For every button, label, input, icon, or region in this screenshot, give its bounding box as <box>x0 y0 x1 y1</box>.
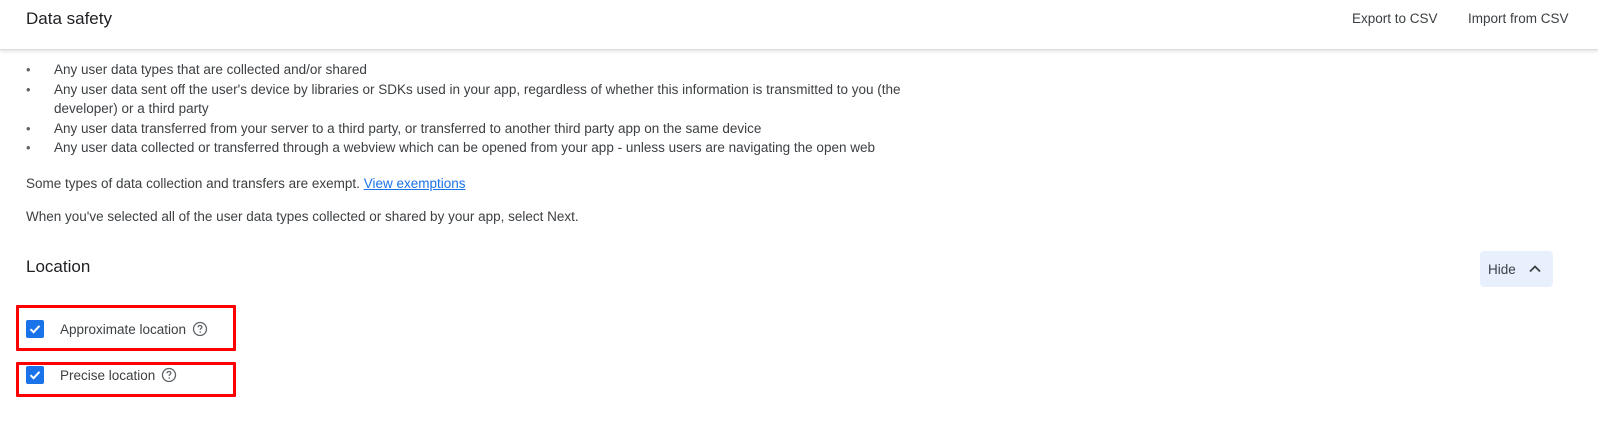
exempt-text: Some types of data collection and transf… <box>26 176 364 191</box>
list-item: Any user data types that are collected a… <box>26 60 946 80</box>
exempt-note: Some types of data collection and transf… <box>26 176 466 191</box>
export-csv-link[interactable]: Export to CSV <box>1352 11 1438 26</box>
next-instruction: When you've selected all of the user dat… <box>26 209 579 224</box>
list-item: Any user data collected or transferred t… <box>26 138 946 158</box>
location-section-title: Location <box>26 257 91 276</box>
hide-button[interactable]: Hide <box>1480 251 1553 287</box>
approximate-location-highlight <box>16 305 236 351</box>
list-item: Any user data sent off the user's device… <box>26 80 946 119</box>
list-item: Any user data transferred from your serv… <box>26 119 946 139</box>
precise-location-highlight <box>16 362 236 397</box>
hide-label: Hide <box>1488 261 1516 277</box>
import-csv-link[interactable]: Import from CSV <box>1468 11 1569 26</box>
chevron-up-icon <box>1528 262 1542 276</box>
page-title: Data safety <box>26 9 112 28</box>
data-types-list: Any user data types that are collected a… <box>26 60 946 158</box>
view-exemptions-link[interactable]: View exemptions <box>364 176 466 191</box>
top-bar: Data safety Export to CSV Import from CS… <box>0 0 1598 50</box>
